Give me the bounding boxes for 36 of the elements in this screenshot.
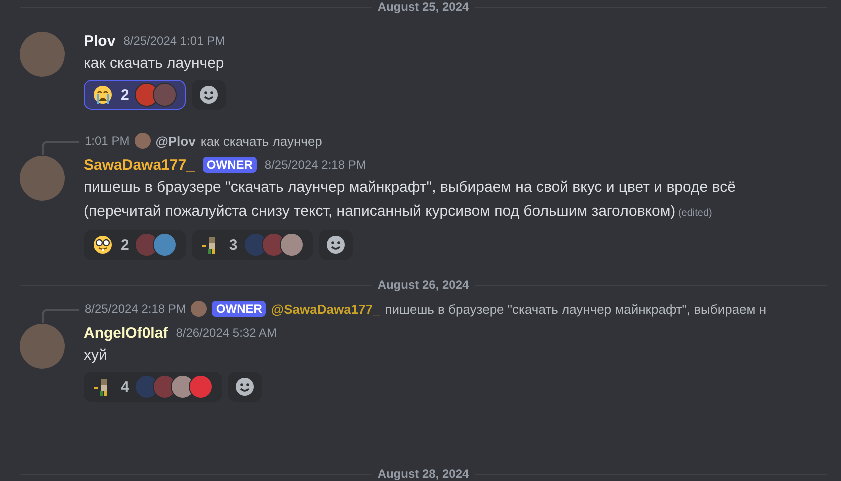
avatar [191,301,208,317]
reply-mention[interactable]: @SawaDawa177_ [271,302,380,316]
owner-badge: OWNER [202,157,257,173]
reply-timestamp: 8/25/2024 2:18 PM [85,302,186,316]
nerd-emoji-icon [93,235,113,255]
reply-mention[interactable]: @Plov [156,134,196,148]
date-divider-label: August 25, 2024 [376,0,470,14]
username[interactable]: SawaDawa177_ [84,156,195,174]
date-divider-label: August 28, 2024 [376,467,470,481]
message-timestamp: 8/25/2024 1:01 PM [124,34,226,48]
avatar [134,133,151,149]
username[interactable]: AngelOf0laf [84,324,168,342]
add-reaction-button[interactable] [228,372,262,402]
smiley-icon [199,85,220,105]
reply-preview-text[interactable]: как скачать лаунчер [200,134,322,148]
owner-badge: OWNER [212,301,266,317]
message-text: хуй [84,346,108,366]
add-reaction-button[interactable] [318,230,353,260]
crying-emoji-icon [93,85,113,105]
date-divider-label: August 26, 2024 [376,278,470,292]
add-reaction-button[interactable] [192,80,226,110]
smiley-icon [235,377,256,397]
reaction-button[interactable]: 2 [84,230,186,260]
reply-timestamp: 1:01 PM [85,134,130,148]
reaction-button[interactable]: 4 [84,372,222,402]
message-text: пишешь в браузере "скачать лаунчер майнкрафт", выбираем на свой вкус и цвет и вроде всё (перечитай пожалуйста снизу текст, написанный курсивом под большим заголовком) (edited) [84,178,737,222]
message-text: как скачать лаунчер [84,54,226,74]
username[interactable]: Plov [84,32,116,50]
smiley-icon [326,235,346,255]
reply-preview-text[interactable]: пишешь в браузере "скачать лаунчер майнкрафт", выбираем н [385,302,767,316]
reply-connector-line [42,141,79,155]
reaction-button[interactable]: 3 [192,230,313,260]
reply-connector-line [42,309,79,323]
message-timestamp: 8/25/2024 2:18 PM [264,158,366,172]
message-timestamp: 8/26/2024 5:32 AM [176,326,277,340]
reaction-button[interactable]: 2 [84,80,186,110]
